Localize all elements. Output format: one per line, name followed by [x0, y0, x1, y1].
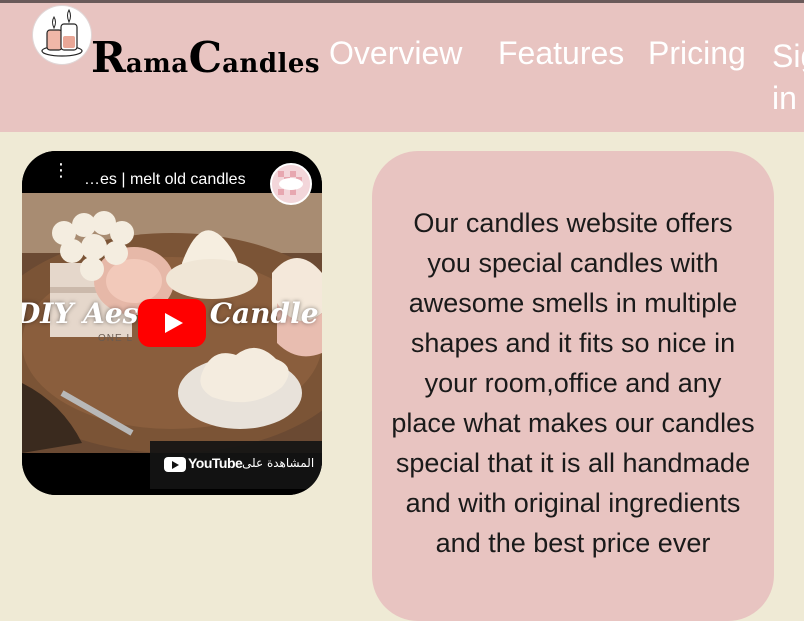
info-card-text: Our candles website offers you special c… [391, 208, 755, 558]
video-title-bar: ⋮ …es | melt old candles [22, 151, 322, 205]
nav-signin-line2: in [772, 80, 797, 116]
watch-on-label: المشاهدة على [242, 456, 315, 470]
nav-pricing[interactable]: Pricing [648, 35, 746, 72]
brand-letter-c: C [188, 33, 223, 82]
channel-avatar[interactable] [270, 163, 312, 205]
channel-avatar-icon [272, 165, 310, 203]
nav-signin[interactable]: Sig in [772, 35, 804, 119]
youtube-logo-icon [164, 457, 186, 472]
candle-logo[interactable] [33, 6, 91, 64]
brand-name[interactable]: RamaCandles [91, 33, 320, 82]
brand-ama: ama [125, 49, 189, 79]
nav-signin-line1: Sig [772, 38, 804, 74]
more-options-icon[interactable]: ⋮ [52, 161, 70, 181]
info-card: Our candles website offers you special c… [372, 151, 774, 621]
play-button[interactable] [138, 299, 206, 347]
youtube-word: YouTube [188, 455, 243, 471]
candle-logo-icon [41, 8, 83, 57]
watch-on-youtube-button[interactable]: YouTube المشاهدة على [150, 441, 322, 489]
brand-andles: andles [222, 49, 321, 79]
overlay-right: Candle [209, 297, 319, 330]
thumbnail-brand-text: ONE L [98, 333, 134, 344]
site-header: RamaCandles Overview Features Pricing Si… [0, 3, 804, 132]
video-title[interactable]: …es | melt old candles [84, 171, 246, 189]
youtube-embed[interactable]: ⋮ …es | melt old candles DIY Aesth Candle… [22, 151, 322, 495]
brand-letter-r: R [91, 33, 126, 82]
nav-overview[interactable]: Overview [329, 35, 462, 72]
nav-features[interactable]: Features [498, 35, 624, 72]
